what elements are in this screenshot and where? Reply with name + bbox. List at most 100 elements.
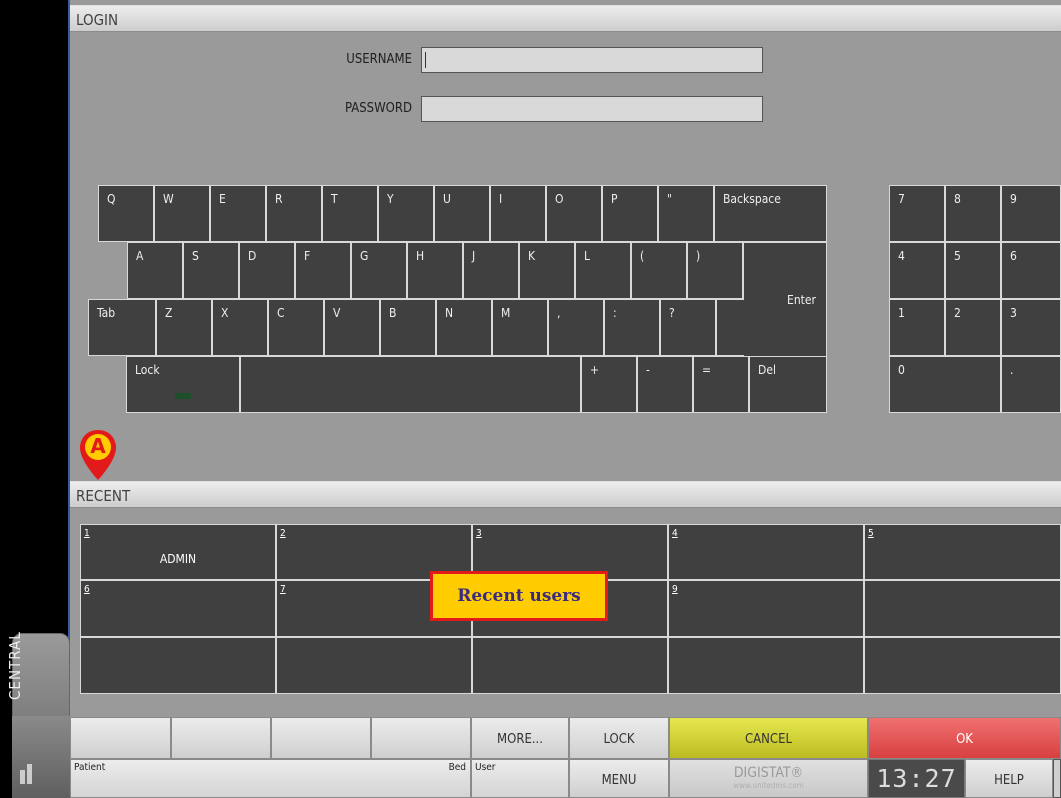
key-comma[interactable]: , [548,299,604,356]
key-a[interactable]: A [127,242,183,299]
username-label: USERNAME [346,52,412,67]
brand-area: DIGISTAT® www.unitedms.com [669,759,868,798]
menu-button[interactable]: MENU [569,759,669,798]
menu-label: MENU [601,773,637,788]
num-7[interactable]: 7 [889,185,945,242]
recent-num: 1 [84,528,90,539]
more-label: MORE... [497,732,543,747]
password-input[interactable] [421,96,763,122]
key-b[interactable]: B [380,299,436,356]
key-close-paren[interactable]: ) [687,242,743,299]
key-t[interactable]: T [322,185,378,242]
num-0[interactable]: 0 [889,356,1001,413]
key-v[interactable]: V [324,299,380,356]
recent-user-4[interactable]: 4 [668,524,864,580]
recent-users-callout: Recent users [430,571,608,621]
recent-num: 5 [868,528,874,539]
text-cursor [425,52,426,68]
recent-user-12[interactable] [276,637,472,694]
user-field[interactable]: User [471,759,569,798]
key-enter[interactable]: Enter [743,242,827,356]
command-slot-3[interactable] [271,717,371,759]
key-m[interactable]: M [492,299,548,356]
recent-num: 6 [84,584,90,595]
cancel-button[interactable]: CANCEL [669,717,868,759]
num-2[interactable]: 2 [945,299,1001,356]
key-del[interactable]: Del [749,356,827,413]
recent-num: 7 [280,584,286,595]
key-backspace[interactable]: Backspace [714,185,827,242]
key-filler [716,299,744,356]
key-k[interactable]: K [519,242,575,299]
key-tab[interactable]: Tab [88,299,156,356]
ok-button[interactable]: OK [868,717,1061,759]
key-equals[interactable]: = [693,356,749,413]
clock-display: 13:27 [868,759,965,798]
key-d[interactable]: D [239,242,295,299]
key-p[interactable]: P [602,185,658,242]
more-button[interactable]: MORE... [471,717,569,759]
num-6[interactable]: 6 [1001,242,1061,299]
key-question[interactable]: ? [660,299,716,356]
login-title: LOGIN [76,11,119,29]
command-slot-2[interactable] [171,717,271,759]
key-s[interactable]: S [183,242,239,299]
key-lock-label: Lock [135,363,160,377]
key-f[interactable]: F [295,242,351,299]
recent-title: RECENT [76,487,131,505]
central-tab-label: CENTRAL [6,631,24,700]
key-g[interactable]: G [351,242,407,299]
command-slot-4[interactable] [371,717,471,759]
key-i[interactable]: I [490,185,546,242]
key-n[interactable]: N [436,299,492,356]
recent-user-10[interactable] [864,580,1061,637]
key-x[interactable]: X [212,299,268,356]
key-o[interactable]: O [546,185,602,242]
recent-num: 9 [672,584,678,595]
key-h[interactable]: H [407,242,463,299]
recent-user-14[interactable] [668,637,864,694]
num-8[interactable]: 8 [945,185,1001,242]
recent-user-9[interactable]: 9 [668,580,864,637]
patient-field[interactable]: Patient Bed [70,759,471,798]
num-3[interactable]: 3 [1001,299,1061,356]
num-5[interactable]: 5 [945,242,1001,299]
recent-user-6[interactable]: 6 [80,580,276,637]
recent-user-5[interactable]: 5 [864,524,1061,580]
central-tab-base[interactable] [12,716,70,798]
recent-user-1[interactable]: 1 ADMIN [80,524,276,580]
beds-icon [20,764,32,784]
key-q[interactable]: Q [98,185,154,242]
key-l[interactable]: L [575,242,631,299]
lock-button[interactable]: LOCK [569,717,669,759]
key-open-paren[interactable]: ( [631,242,687,299]
edge-handle[interactable] [1053,759,1061,798]
lock-indicator-icon [175,393,191,399]
key-e[interactable]: E [210,185,266,242]
key-quote[interactable]: " [658,185,714,242]
recent-user-15[interactable] [864,637,1061,694]
key-space[interactable] [240,356,581,413]
lock-label: LOCK [603,732,635,747]
brand-name: DIGISTAT® [733,765,804,781]
num-9[interactable]: 9 [1001,185,1061,242]
key-z[interactable]: Z [156,299,212,356]
key-c[interactable]: C [268,299,324,356]
key-j[interactable]: J [463,242,519,299]
key-r[interactable]: R [266,185,322,242]
num-4[interactable]: 4 [889,242,945,299]
key-lock[interactable]: Lock [126,356,240,413]
command-slot-1[interactable] [70,717,171,759]
username-input[interactable] [421,47,763,73]
key-minus[interactable]: - [637,356,693,413]
num-1[interactable]: 1 [889,299,945,356]
recent-user-13[interactable] [472,637,668,694]
key-plus[interactable]: + [581,356,637,413]
key-colon[interactable]: : [604,299,660,356]
key-y[interactable]: Y [378,185,434,242]
recent-user-11[interactable] [80,637,276,694]
key-w[interactable]: W [154,185,210,242]
help-button[interactable]: HELP [965,759,1053,798]
key-u[interactable]: U [434,185,490,242]
num-dot[interactable]: . [1001,356,1061,413]
